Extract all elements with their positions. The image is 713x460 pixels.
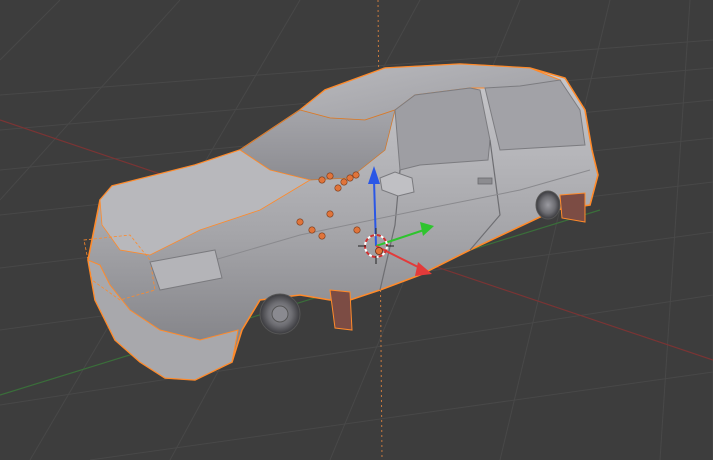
rear-wheel[interactable]: [535, 190, 586, 223]
vertex[interactable]: [334, 184, 342, 192]
vertex[interactable]: [352, 171, 360, 179]
car-mesh[interactable]: [83, 63, 599, 381]
3d-viewport[interactable]: [0, 0, 713, 460]
object-origin[interactable]: [375, 247, 383, 255]
vertex[interactable]: [318, 232, 326, 240]
front-door-window: [394, 87, 491, 171]
vertex[interactable]: [308, 226, 316, 234]
viewport-canvas[interactable]: [0, 0, 713, 460]
vertex[interactable]: [296, 218, 304, 226]
rear-mudflap: [559, 192, 586, 223]
vertex[interactable]: [353, 226, 361, 234]
vertex[interactable]: [326, 210, 334, 218]
vertex[interactable]: [340, 178, 348, 186]
vertex[interactable]: [318, 176, 326, 184]
front-mudflap: [329, 289, 353, 331]
vertex[interactable]: [326, 172, 334, 180]
rear-tire: [535, 190, 561, 220]
door-handle: [477, 177, 493, 185]
front-hub: [271, 305, 289, 323]
vertex[interactable]: [346, 174, 354, 182]
